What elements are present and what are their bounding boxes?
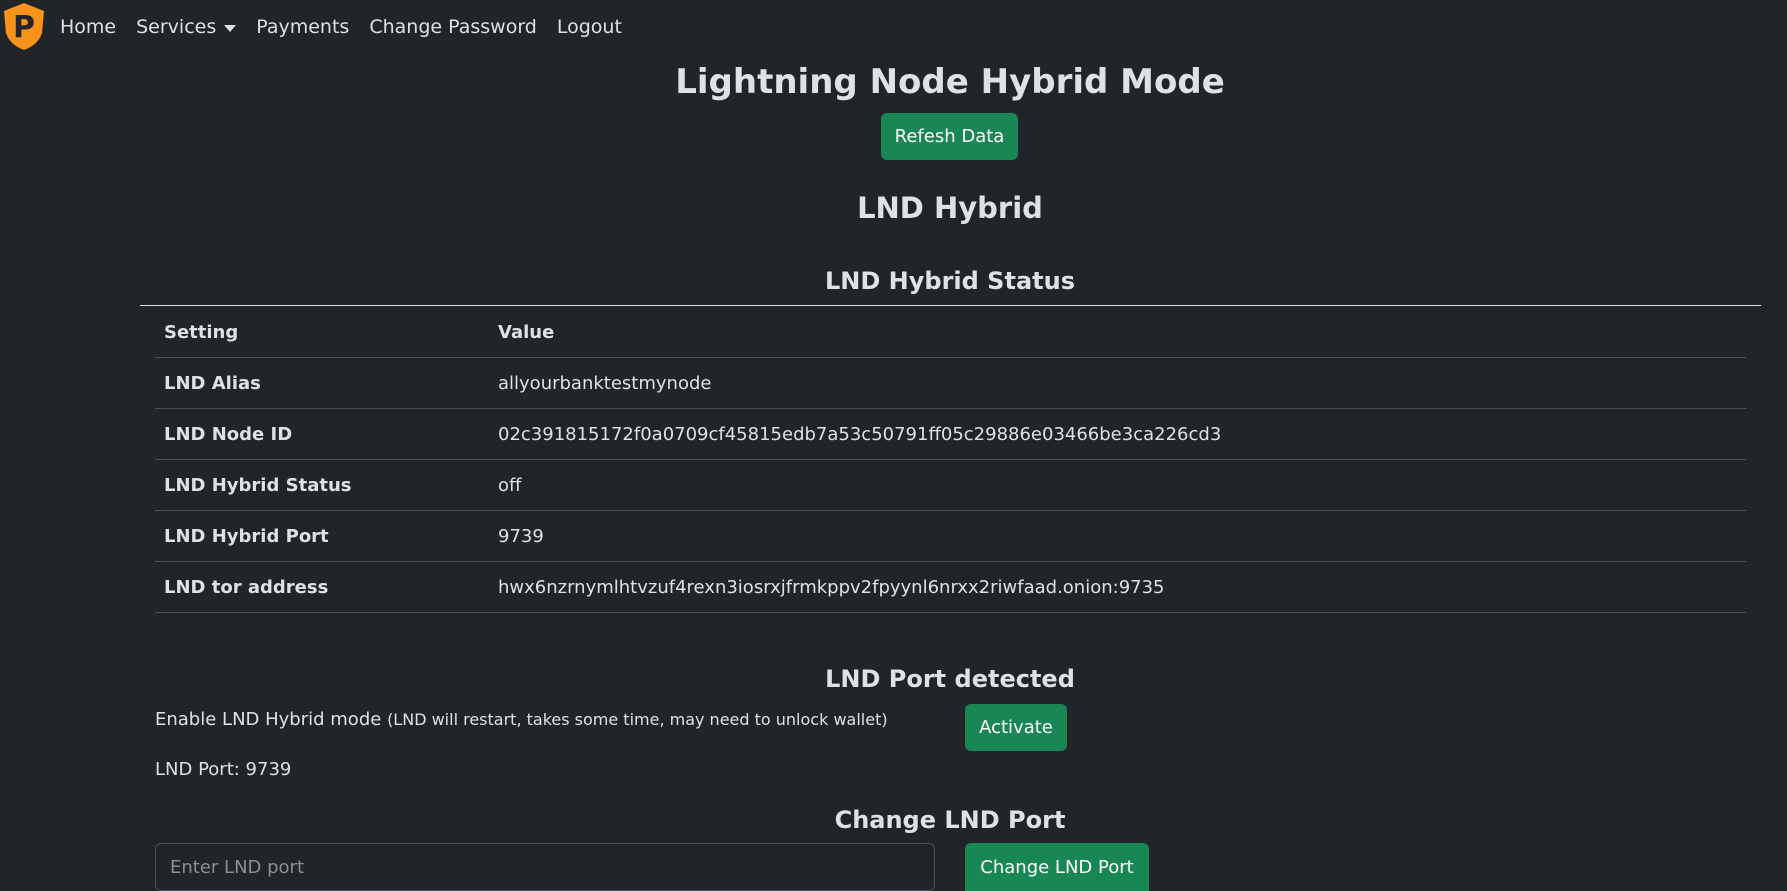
row-setting: LND Node ID bbox=[164, 423, 293, 445]
header-setting: Setting bbox=[164, 321, 239, 343]
row-value: hwx6nzrnymlhtvzuf4rexn3iosrxjfrmkppv2fpy… bbox=[498, 576, 1165, 598]
table-row: LND tor address hwx6nzrnymlhtvzuf4rexn3i… bbox=[155, 562, 1746, 613]
nav-payments-link[interactable]: Payments bbox=[256, 16, 349, 38]
nav-services-dropdown[interactable]: Services bbox=[136, 16, 237, 38]
header-value: Value bbox=[498, 321, 555, 343]
activate-button[interactable]: Activate bbox=[965, 704, 1067, 751]
row-setting: LND Hybrid Status bbox=[164, 474, 352, 496]
table-row: LND Hybrid Port 9739 bbox=[155, 511, 1746, 562]
change-port-title: Change LND Port bbox=[834, 806, 1066, 834]
row-value: 9739 bbox=[498, 525, 544, 547]
nav-links: Home Services Payments Change Password L… bbox=[60, 0, 642, 54]
nav-services-label: Services bbox=[136, 16, 217, 38]
section-title-lnd-hybrid: LND Hybrid bbox=[857, 191, 1043, 225]
change-lnd-port-button[interactable]: Change LND Port bbox=[965, 843, 1149, 891]
navbar: P Home Services Payments Change Password… bbox=[0, 0, 1787, 54]
row-value: off bbox=[498, 474, 522, 496]
nav-home-link[interactable]: Home bbox=[60, 16, 116, 38]
row-setting: LND Alias bbox=[164, 372, 261, 394]
caret-down-icon bbox=[224, 24, 237, 32]
page-title: Lightning Node Hybrid Mode bbox=[675, 62, 1225, 102]
table-row: LND Node ID 02c391815172f0a0709cf45815ed… bbox=[155, 409, 1746, 460]
nav-logout-link[interactable]: Logout bbox=[557, 16, 622, 38]
nav-change-password-link[interactable]: Change Password bbox=[369, 16, 537, 38]
status-table: Setting Value LND Alias allyourbanktestm… bbox=[155, 307, 1746, 613]
enable-hybrid-text: Enable LND Hybrid mode bbox=[155, 709, 382, 730]
row-value: 02c391815172f0a0709cf45815edb7a53c50791f… bbox=[498, 423, 1222, 445]
status-title: LND Hybrid Status bbox=[825, 267, 1075, 295]
port-detected-title: LND Port detected bbox=[825, 665, 1075, 693]
table-row: LND Hybrid Status off bbox=[155, 460, 1746, 511]
lnd-port-line: LND Port: 9739 bbox=[155, 759, 292, 780]
brand-logo-icon[interactable]: P bbox=[0, 1, 48, 51]
table-row: LND Alias allyourbanktestmynode bbox=[155, 358, 1746, 409]
svg-text:P: P bbox=[13, 10, 35, 45]
enable-hybrid-label: Enable LND Hybrid mode (LND will restart… bbox=[155, 709, 888, 730]
divider bbox=[140, 305, 1761, 306]
row-value: allyourbanktestmynode bbox=[498, 372, 712, 394]
enable-hybrid-note: (LND will restart, takes some time, may … bbox=[387, 710, 888, 729]
table-header-row: Setting Value bbox=[155, 307, 1746, 358]
row-setting: LND tor address bbox=[164, 576, 329, 598]
refresh-data-button[interactable]: Refesh Data bbox=[881, 113, 1018, 160]
row-setting: LND Hybrid Port bbox=[164, 525, 329, 547]
lnd-port-input[interactable] bbox=[155, 843, 935, 891]
